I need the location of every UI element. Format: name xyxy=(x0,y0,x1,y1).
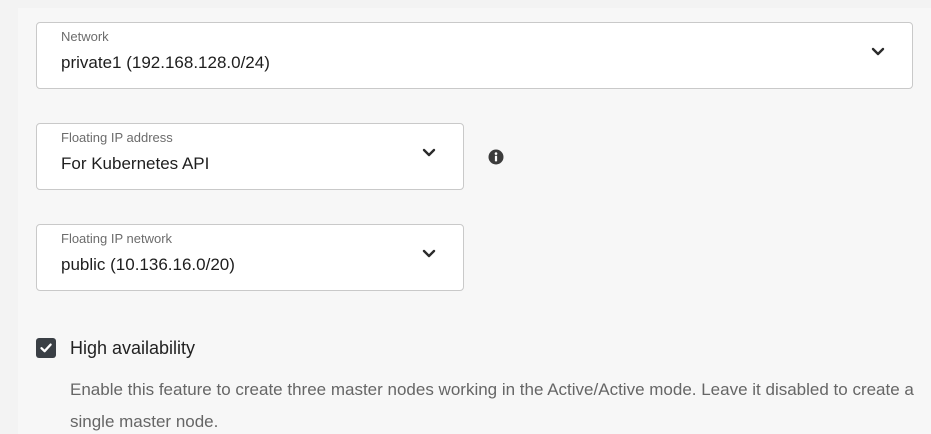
high-availability-help-text: Enable this feature to create three mast… xyxy=(70,380,914,431)
network-select[interactable]: Network private1 (192.168.128.0/24) xyxy=(36,22,913,89)
high-availability-label[interactable]: High availability xyxy=(70,338,195,359)
floating-ip-address-select[interactable]: Floating IP address For Kubernetes API xyxy=(36,123,464,190)
page: Network private1 (192.168.128.0/24) Floa… xyxy=(0,0,931,434)
info-icon[interactable] xyxy=(488,149,504,165)
floating-ip-address-label: Floating IP address xyxy=(61,130,173,145)
chevron-down-icon xyxy=(870,45,886,57)
network-label: Network xyxy=(61,29,109,44)
floating-ip-network-label: Floating IP network xyxy=(61,231,173,246)
check-icon xyxy=(40,343,52,353)
network-value: private1 (192.168.128.0/24) xyxy=(61,53,270,72)
high-availability-checkbox[interactable] xyxy=(36,338,56,358)
floating-ip-network-select[interactable]: Floating IP network public (10.136.16.0/… xyxy=(36,224,464,291)
floating-ip-network-value: public (10.136.16.0/20) xyxy=(61,255,235,274)
chevron-down-icon xyxy=(421,146,437,158)
chevron-down-icon xyxy=(421,247,437,259)
floating-ip-address-value: For Kubernetes API xyxy=(61,154,210,173)
